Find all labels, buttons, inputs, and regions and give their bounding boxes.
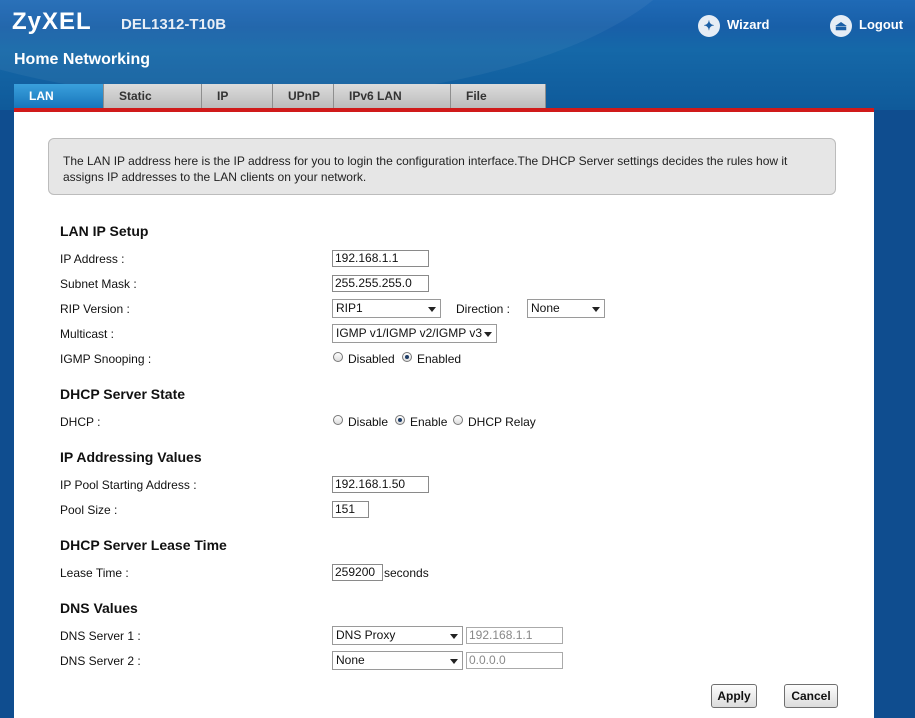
rip-version-select[interactable]: RIP1 — [332, 299, 441, 318]
direction-value: None — [531, 301, 560, 315]
pool-size-label: Pool Size : — [60, 503, 118, 517]
top-banner: ZyXEL DEL1312-T10B ✦ Wizard ⏏ Logout Hom… — [0, 0, 915, 110]
section-lan-ip-setup: LAN IP Setup — [60, 223, 149, 239]
chevron-down-icon — [450, 659, 458, 664]
wizard-link[interactable]: Wizard — [727, 17, 770, 32]
lease-time-label: Lease Time : — [60, 566, 129, 580]
ip-address-input[interactable]: 192.168.1.1 — [332, 250, 429, 267]
lease-time-input[interactable]: 259200 — [332, 564, 383, 581]
dhcp-enable-radio[interactable] — [395, 415, 405, 425]
igmp-disabled-radio[interactable] — [333, 352, 343, 362]
pool-size-input[interactable]: 151 — [332, 501, 369, 518]
dns2-ip-input[interactable]: 0.0.0.0 — [466, 652, 563, 669]
zyxel-logo: ZyXEL — [12, 8, 92, 35]
tab-ip-alias[interactable]: IP Alias — [201, 84, 272, 110]
dns2-mode-select[interactable]: None — [332, 651, 463, 670]
dhcp-relay-radio[interactable] — [453, 415, 463, 425]
dhcp-disable-label: Disable — [348, 415, 389, 429]
section-dhcp-server-state: DHCP Server State — [60, 386, 186, 402]
dns1-ip-input[interactable]: 192.168.1.1 — [466, 627, 563, 644]
info-box: The LAN IP address here is the IP addres… — [48, 138, 836, 195]
multicast-select[interactable]: IGMP v1/IGMP v2/IGMP v3 — [332, 324, 497, 343]
chevron-down-icon — [428, 307, 436, 312]
content-panel: The LAN IP address here is the IP addres… — [14, 112, 874, 718]
dns1-mode-select[interactable]: DNS Proxy — [332, 626, 463, 645]
chevron-down-icon — [592, 307, 600, 312]
multicast-label: Multicast : — [60, 327, 115, 341]
dhcp-enable-label: Enable — [410, 415, 448, 429]
igmp-snooping-label: IGMP Snooping : — [60, 352, 152, 366]
dhcp-relay-label: DHCP Relay — [468, 415, 536, 429]
dhcp-label: DHCP : — [60, 415, 101, 429]
igmp-enabled-radio[interactable] — [402, 352, 412, 362]
tab-upnp[interactable]: UPnP — [272, 84, 333, 110]
tab-file-sharing[interactable]: File Sharing — [450, 84, 546, 110]
tab-lan-setup[interactable]: LAN Setup — [14, 84, 103, 110]
section-dns-values: DNS Values — [60, 600, 138, 616]
chevron-down-icon — [484, 332, 492, 337]
chevron-down-icon — [450, 634, 458, 639]
dhcp-disable-radio[interactable] — [333, 415, 343, 425]
apply-button[interactable]: Apply — [711, 684, 757, 708]
wizard-icon[interactable]: ✦ — [698, 15, 720, 37]
direction-select[interactable]: None — [527, 299, 605, 318]
subnet-mask-label: Subnet Mask : — [60, 277, 137, 291]
dns1-mode-value: DNS Proxy — [336, 628, 396, 642]
igmp-disabled-label: Disabled — [348, 352, 395, 366]
dns1-label: DNS Server 1 : — [60, 629, 141, 643]
cancel-button[interactable]: Cancel — [784, 684, 838, 708]
tab-static-dhcp[interactable]: Static DHCP — [103, 84, 201, 110]
section-dhcp-lease-time: DHCP Server Lease Time — [60, 537, 227, 553]
logout-link[interactable]: Logout — [859, 17, 903, 32]
pool-start-input[interactable]: 192.168.1.50 — [332, 476, 429, 493]
tab-ipv6-lan-setup[interactable]: IPv6 LAN Setup — [333, 84, 450, 110]
dns2-mode-value: None — [336, 653, 365, 667]
ip-address-label: IP Address : — [60, 252, 125, 266]
pool-start-label: IP Pool Starting Address : — [60, 478, 197, 492]
page-title: Home Networking — [14, 51, 151, 68]
direction-label: Direction : — [456, 302, 511, 316]
igmp-enabled-label: Enabled — [417, 352, 462, 366]
rip-version-label: RIP Version : — [60, 302, 130, 316]
lease-unit: seconds — [384, 566, 429, 580]
subnet-mask-input[interactable]: 255.255.255.0 — [332, 275, 429, 292]
model-name: DEL1312-T10B — [121, 16, 227, 33]
dns2-label: DNS Server 2 : — [60, 654, 141, 668]
tab-bar: LAN Setup Static DHCP IP Alias UPnP IPv6… — [14, 84, 546, 110]
multicast-value: IGMP v1/IGMP v2/IGMP v3 — [336, 326, 483, 340]
section-ip-addressing-values: IP Addressing Values — [60, 449, 202, 465]
logout-icon[interactable]: ⏏ — [830, 15, 852, 37]
rip-version-value: RIP1 — [336, 301, 363, 315]
